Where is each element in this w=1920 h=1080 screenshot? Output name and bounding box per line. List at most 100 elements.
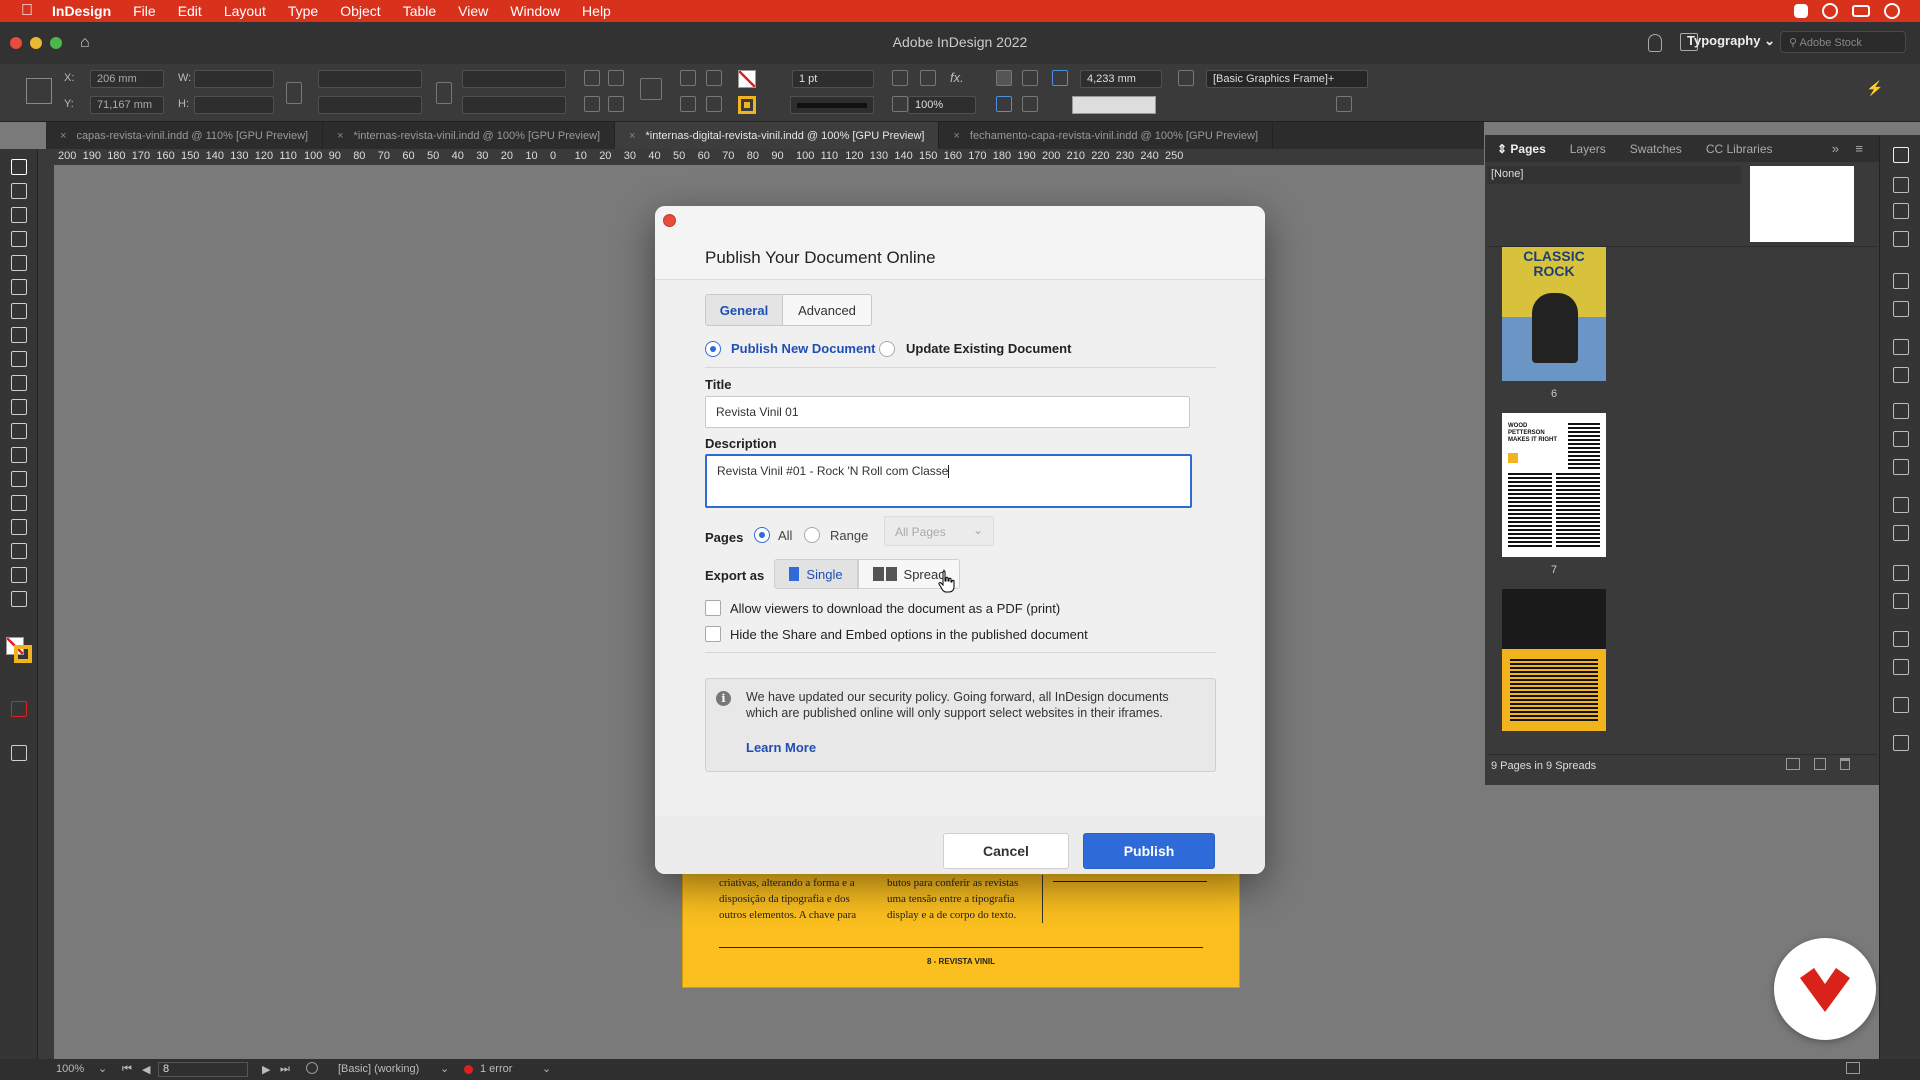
panel-menu-icon[interactable]: ≡ [1855,141,1863,156]
none-master[interactable]: [None] [1487,166,1741,184]
rotation-field[interactable] [462,70,566,88]
pages-range-select[interactable]: All Pages ⌄ [884,516,994,546]
tab-cc-libraries[interactable]: CC Libraries [1694,142,1785,156]
line-tool-icon[interactable] [11,303,27,319]
type-tool-icon[interactable] [11,279,27,295]
stroke-weight-field[interactable]: 1 pt [792,70,874,88]
shear-field[interactable] [462,96,566,114]
align-panel-icon[interactable] [1893,631,1909,647]
quick-apply-icon[interactable] [1336,96,1352,112]
menu-file[interactable]: File [133,3,156,19]
scissors-tool-icon[interactable] [11,423,27,439]
paragraph-styles-icon[interactable] [1893,403,1909,419]
zoom-tool-icon[interactable] [11,591,27,607]
constrain-proportions-icon[interactable] [286,82,302,104]
cc-libraries-panel-icon[interactable] [1893,231,1909,247]
learn-more-link[interactable]: Learn More [746,740,816,755]
description-textarea[interactable]: Revista Vinil #01 - Rock 'N Roll com Cla… [705,454,1192,508]
select-next-icon[interactable] [706,96,722,112]
tab-advanced[interactable]: Advanced [782,294,872,326]
frame-fitting-icon[interactable] [892,70,908,86]
tab-layers[interactable]: Layers [1558,142,1618,156]
rectangle-tool-icon[interactable] [11,399,27,415]
zoom-level[interactable]: 100% [56,1063,84,1075]
gap-tool-icon[interactable] [11,231,27,247]
body-text-column-1[interactable]: criativas, alterando a forma e a disposi… [719,875,875,923]
stroke-color-select[interactable] [1072,96,1156,114]
next-page-icon[interactable]: ▶ [262,1063,270,1076]
adobe-stock-search[interactable]: ⚲ Adobe Stock [1780,31,1906,53]
page-thumbnail-7[interactable]: WOOD PETTERSON MAKES IT RIGHT [1502,413,1606,557]
menu-type[interactable]: Type [288,3,318,19]
close-icon[interactable]: × [337,130,343,142]
paragraph-panel-icon[interactable] [1893,497,1909,513]
direct-selection-tool-icon[interactable] [11,183,27,199]
horizontal-ruler[interactable]: 200 190 180 170 160 150 140 130 120 110 100 90 80 70 6… [46,149,1484,165]
update-existing-radio[interactable] [879,341,895,357]
publish-new-label[interactable]: Publish New Document [731,341,875,356]
hyperlinks-panel-icon[interactable] [1893,735,1909,751]
page-thumbnail-8[interactable] [1502,589,1606,731]
align-center-icon[interactable] [1022,70,1038,86]
master-thumbnail[interactable] [1750,166,1854,242]
h-field[interactable] [194,96,274,114]
object-style-select[interactable]: [Basic Graphics Frame]+ [1206,70,1368,88]
workspace-switcher[interactable]: Typography ⌄ [1687,33,1775,49]
last-page-icon[interactable]: ⏭ [280,1063,290,1076]
character-panel-icon[interactable] [1893,565,1909,581]
menu-window[interactable]: Window [510,3,560,19]
scale-x-field[interactable] [318,70,422,88]
hide-share-label[interactable]: Hide the Share and Embed options in the … [730,627,1088,642]
zoom-dropdown-icon[interactable]: ⌄ [98,1062,107,1075]
menu-table[interactable]: Table [403,3,436,19]
stroke-swatch-icon[interactable] [14,645,32,663]
fill-none-swatch[interactable] [738,70,756,88]
tab-swatches[interactable]: Swatches [1618,142,1694,156]
stroke-swatch[interactable] [738,96,756,114]
opacity-icon[interactable] [892,96,908,112]
x-field[interactable]: 206 mm [90,70,164,88]
publish-new-radio[interactable] [705,341,721,357]
preflight-errors[interactable]: 1 error [480,1063,512,1075]
pages-all-label[interactable]: All [778,528,792,543]
eyedropper-tool-icon[interactable] [11,543,27,559]
pencil-tool-icon[interactable] [11,351,27,367]
hand-tool-icon[interactable] [11,567,27,583]
note-tool-icon[interactable] [11,519,27,535]
wrap-icon[interactable] [996,96,1012,112]
close-icon[interactable]: × [953,130,959,142]
gradient-tool-icon[interactable] [11,471,27,487]
preflight-menu-icon[interactable]: ⌄ [542,1062,551,1075]
apple-icon[interactable]:  [18,2,36,20]
pages-range-radio[interactable] [804,527,820,543]
panel-expand-icon[interactable]: » [1832,141,1839,156]
opacity-field[interactable]: 100% [908,96,976,114]
object-style-icon[interactable] [1178,70,1194,86]
close-icon[interactable]: × [629,130,635,142]
y-field[interactable]: 71,167 mm [90,96,164,114]
selection-tool-icon[interactable] [11,159,27,175]
publish-button[interactable]: Publish [1083,833,1215,869]
menu-layout[interactable]: Layout [224,3,266,19]
gradient-feather-tool-icon[interactable] [11,495,27,511]
edit-page-size-icon[interactable] [1786,758,1800,770]
menu-view[interactable]: View [458,3,488,19]
wrap-options-icon[interactable] [1022,96,1038,112]
container-selection-icon[interactable] [640,78,662,100]
menu-object[interactable]: Object [340,3,380,19]
update-existing-label[interactable]: Update Existing Document [906,341,1071,356]
lightning-icon[interactable]: ⚡ [1866,80,1883,97]
menu-help[interactable]: Help [582,3,611,19]
menu-edit[interactable]: Edit [178,3,202,19]
page-thumbnail-6[interactable]: CLASSIC ROCK [1502,247,1606,381]
creative-cloud-icon[interactable] [1822,3,1838,19]
page-tool-icon[interactable] [11,207,27,223]
reference-point-icon[interactable] [26,78,52,104]
open-page-icon[interactable] [306,1062,318,1074]
doc-tab-2[interactable]: × *internas-revista-vinil.indd @ 100% [GP… [323,122,616,149]
dialog-close-button[interactable] [663,214,676,227]
flip-horizontal-icon[interactable] [584,96,600,112]
export-single-button[interactable]: Single [774,559,858,589]
effects-panel-icon[interactable] [1893,459,1909,475]
content-collector-icon[interactable] [11,255,27,271]
